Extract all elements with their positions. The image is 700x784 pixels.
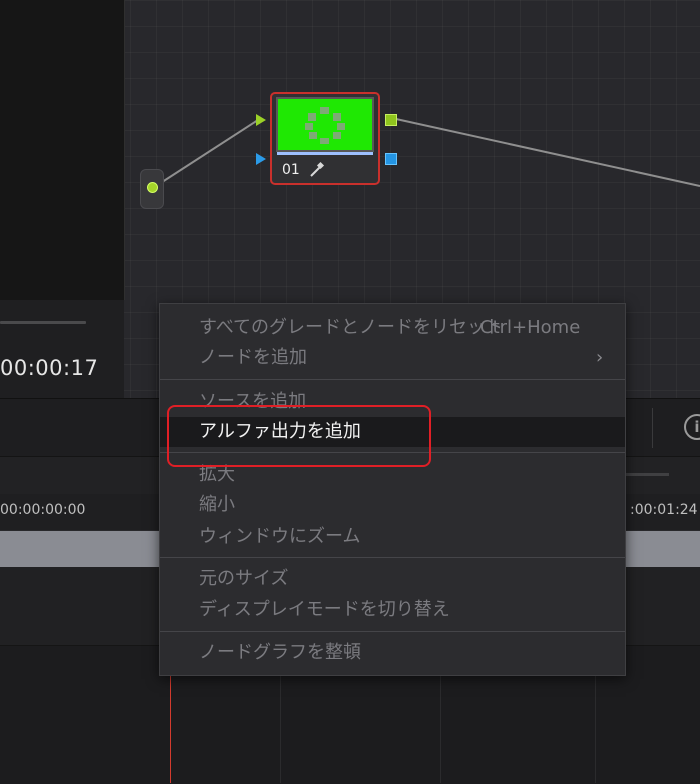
menu-item-zoom-to-window[interactable]: ウィンドウにズーム [160, 522, 625, 552]
chevron-right-icon: › [596, 347, 604, 368]
menu-item-label: アルファ出力を追加 [199, 421, 361, 442]
menu-item-label: ウィンドウにズーム [199, 526, 361, 547]
node-status-bar [277, 152, 373, 155]
timeline-start-timecode: 00:00:00:00 [0, 502, 86, 518]
source-output-port[interactable] [147, 182, 158, 193]
menu-item-label: ノードグラフを整頓 [199, 642, 361, 663]
menu-item-shortcut: Ctrl+Home [480, 317, 581, 338]
connection-source-to-node [155, 119, 259, 187]
menu-separator [160, 631, 625, 632]
alpha-output-port[interactable] [385, 153, 397, 165]
menu-item-label: 縮小 [199, 494, 235, 515]
menu-separator [160, 452, 625, 453]
node-thumbnail [276, 97, 374, 152]
alpha-input-port[interactable] [256, 153, 266, 165]
menu-separator [160, 557, 625, 558]
menu-item-add-node[interactable]: ノードを追加 › [160, 343, 625, 373]
menu-item-label: すべてのグレードとノードをリセット [199, 317, 504, 338]
ruler-marker [625, 473, 669, 476]
rgb-input-port[interactable] [256, 114, 266, 126]
rgb-output-port[interactable] [385, 114, 397, 126]
menu-separator [160, 379, 625, 380]
menu-item-original-size[interactable]: 元のサイズ [160, 564, 625, 594]
node-number-label: 01 [282, 162, 300, 178]
menu-item-zoom-out[interactable]: 縮小 [160, 490, 625, 520]
connection-node-to-output [395, 118, 700, 187]
menu-item-zoom-in[interactable]: 拡大 [160, 460, 625, 490]
eyedropper-icon [310, 161, 325, 177]
menu-item-label: 拡大 [199, 464, 235, 485]
menu-item-label: 元のサイズ [199, 568, 289, 589]
menu-item-label: ディスプレイモードを切り替え [199, 599, 450, 620]
toolbar-divider [652, 408, 653, 448]
menu-item-add-source[interactable]: ソースを追加 [160, 387, 625, 417]
menu-item-tidy-node-graph[interactable]: ノードグラフを整頓 [160, 638, 625, 668]
menu-item-label: ノードを追加 [199, 347, 307, 368]
menu-item-reset-grades-and-nodes[interactable]: すべてのグレードとノードをリセット Ctrl+Home [160, 313, 625, 343]
node-graph-context-menu: すべてのグレードとノードをリセット Ctrl+Home ノードを追加 › ソース… [159, 303, 626, 676]
timeline-end-timecode: :00:01:24 [630, 502, 698, 518]
menu-item-label: ソースを追加 [199, 391, 307, 412]
menu-item-add-alpha-output[interactable]: アルファ出力を追加 [160, 417, 625, 447]
node-thumbnail-gear-icon [305, 107, 345, 144]
menu-item-toggle-display-mode[interactable]: ディスプレイモードを切り替え [160, 595, 625, 625]
